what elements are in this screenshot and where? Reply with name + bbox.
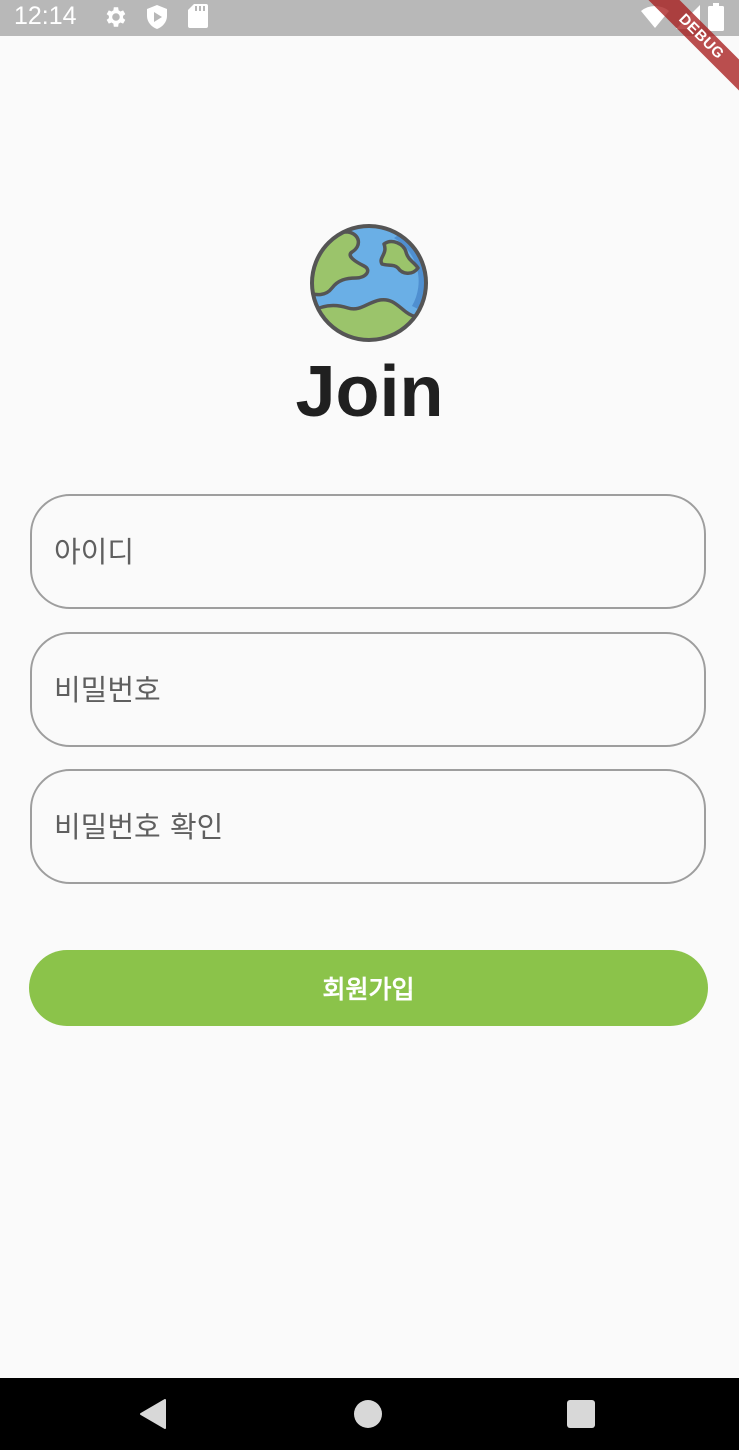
back-icon [140,1399,166,1429]
back-button[interactable] [108,1378,198,1450]
id-field[interactable] [30,494,706,609]
battery-icon [708,3,724,31]
recent-apps-icon [567,1400,595,1428]
password-confirm-field[interactable] [30,769,706,884]
home-icon [354,1400,382,1428]
sd-card-icon [188,4,208,28]
page-title: Join [295,352,444,432]
home-button[interactable] [323,1378,413,1450]
navigation-bar [0,1378,739,1450]
join-button[interactable]: 회원가입 [29,950,708,1026]
id-input[interactable] [32,496,704,607]
password-input[interactable] [32,634,704,745]
wifi-icon [641,5,669,29]
signal-icon [676,5,700,29]
status-time: 12:14 [14,2,77,30]
password-confirm-input[interactable] [32,771,704,882]
play-protect-icon [147,5,167,29]
globe-icon [310,224,428,342]
status-bar: 12:14 [0,0,739,36]
recent-apps-button[interactable] [536,1378,626,1450]
gear-icon [106,7,126,27]
password-field[interactable] [30,632,706,747]
